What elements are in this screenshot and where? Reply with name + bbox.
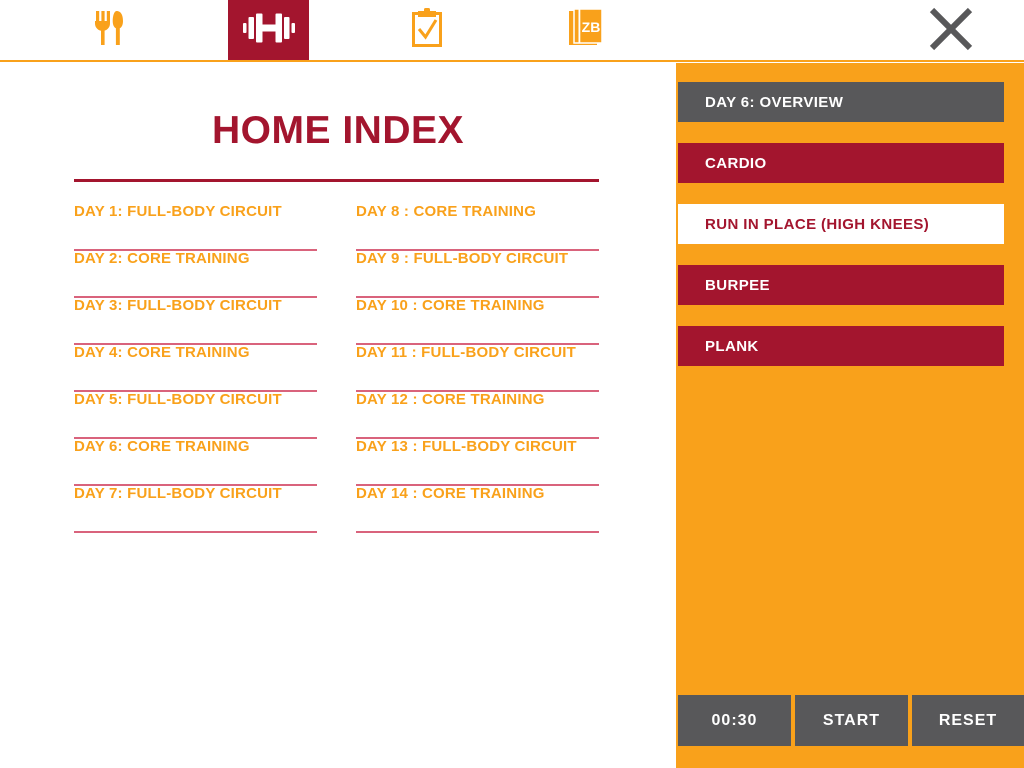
day-link-label: DAY 10 : CORE TRAINING [356, 297, 545, 314]
day-column-left: DAY 1: FULL-BODY CIRCUIT DAY 2: CORE TRA… [74, 203, 317, 533]
timer-bar: 00:30 START RESET [676, 695, 1024, 746]
list-item[interactable]: DAY 9 : FULL-BODY CIRCUIT [356, 250, 599, 298]
tab-checklist[interactable] [386, 0, 468, 60]
list-item[interactable]: DAY 8 : CORE TRAINING [356, 203, 599, 251]
list-item[interactable]: DAY 2: CORE TRAINING [74, 250, 317, 298]
tab-workout[interactable] [228, 0, 309, 60]
day-link-label: DAY 9 : FULL-BODY CIRCUIT [356, 250, 569, 267]
close-icon [928, 6, 974, 57]
day-column-right: DAY 8 : CORE TRAINING DAY 9 : FULL-BODY … [356, 203, 599, 533]
top-tab-bar: ZB [0, 0, 1024, 63]
list-item[interactable]: DAY 3: FULL-BODY CIRCUIT [74, 297, 317, 345]
title-divider [74, 179, 599, 182]
panel-item-cardio[interactable]: CARDIO [678, 143, 1004, 183]
day-link-label: DAY 13 : FULL-BODY CIRCUIT [356, 438, 577, 455]
timer-reset-button[interactable]: RESET [912, 695, 1024, 746]
panel-item-burpee[interactable]: BURPEE [678, 265, 1004, 305]
list-item[interactable]: DAY 7: FULL-BODY CIRCUIT [74, 485, 317, 533]
list-item[interactable]: DAY 1: FULL-BODY CIRCUIT [74, 203, 317, 251]
panel-item-plank[interactable]: PLANK [678, 326, 1004, 366]
panel-item-label: PLANK [705, 337, 759, 355]
list-item[interactable]: DAY 13 : FULL-BODY CIRCUIT [356, 438, 599, 486]
day-link-label: DAY 2: CORE TRAINING [74, 250, 250, 267]
panel-item-run-in-place[interactable]: RUN IN PLACE (HIGH KNEES) [678, 204, 1004, 244]
timer-reset-label: RESET [938, 711, 998, 729]
panel-item-label: DAY 6: OVERVIEW [705, 93, 844, 111]
clipboard-check-icon [410, 7, 444, 53]
panel-item-label: BURPEE [705, 276, 770, 294]
day-link-label: DAY 3: FULL-BODY CIRCUIT [74, 297, 282, 314]
journal-zb-icon: ZB [568, 7, 604, 53]
topbar-underline [0, 60, 1024, 62]
close-button[interactable] [922, 6, 980, 56]
app-root: ZB HOME INDEX DAY 1: FULL-BODY CIRCUIT D… [0, 0, 1024, 768]
list-item[interactable]: DAY 4: CORE TRAINING [74, 344, 317, 392]
page-title: HOME INDEX [211, 109, 465, 152]
day-link-label: DAY 8 : CORE TRAINING [356, 203, 537, 220]
list-item[interactable]: DAY 6: CORE TRAINING [74, 438, 317, 486]
timer-start-button[interactable]: START [795, 695, 908, 746]
day-link-label: DAY 7: FULL-BODY CIRCUIT [74, 485, 282, 502]
day-index-columns: DAY 1: FULL-BODY CIRCUIT DAY 2: CORE TRA… [0, 203, 676, 533]
list-item[interactable]: DAY 10 : CORE TRAINING [356, 297, 599, 345]
workout-step-list: DAY 6: OVERVIEW CARDIO RUN IN PLACE (HIG… [678, 82, 1004, 387]
timer-start-label: START [822, 711, 881, 729]
timer-time-label: 00:30 [711, 711, 758, 729]
main-content: HOME INDEX DAY 1: FULL-BODY CIRCUIT DAY … [0, 63, 676, 768]
list-item[interactable]: DAY 5: FULL-BODY CIRCUIT [74, 391, 317, 439]
tab-journal[interactable]: ZB [545, 0, 627, 60]
day-link-label: DAY 6: CORE TRAINING [74, 438, 250, 455]
day-link-label: DAY 1: FULL-BODY CIRCUIT [74, 203, 282, 220]
day-link-label: DAY 14 : CORE TRAINING [356, 485, 545, 502]
list-item[interactable]: DAY 11 : FULL-BODY CIRCUIT [356, 344, 599, 392]
panel-item-overview[interactable]: DAY 6: OVERVIEW [678, 82, 1004, 122]
day-link-label: DAY 5: FULL-BODY CIRCUIT [74, 391, 282, 408]
workout-panel: DAY 6: OVERVIEW CARDIO RUN IN PLACE (HIG… [676, 63, 1024, 768]
tab-nutrition[interactable] [68, 0, 152, 60]
dumbbell-icon [242, 13, 295, 48]
list-item[interactable]: DAY 14 : CORE TRAINING [356, 485, 599, 533]
fork-knife-icon [93, 9, 127, 52]
panel-item-label: CARDIO [705, 154, 767, 172]
day-link-label: DAY 4: CORE TRAINING [74, 344, 250, 361]
timer-display[interactable]: 00:30 [678, 695, 791, 746]
day-link-label: DAY 12 : CORE TRAINING [356, 391, 545, 408]
list-item[interactable]: DAY 12 : CORE TRAINING [356, 391, 599, 439]
journal-icon-text: ZB [582, 19, 601, 35]
day-link-label: DAY 11 : FULL-BODY CIRCUIT [356, 344, 576, 361]
panel-item-label: RUN IN PLACE (HIGH KNEES) [705, 215, 930, 233]
